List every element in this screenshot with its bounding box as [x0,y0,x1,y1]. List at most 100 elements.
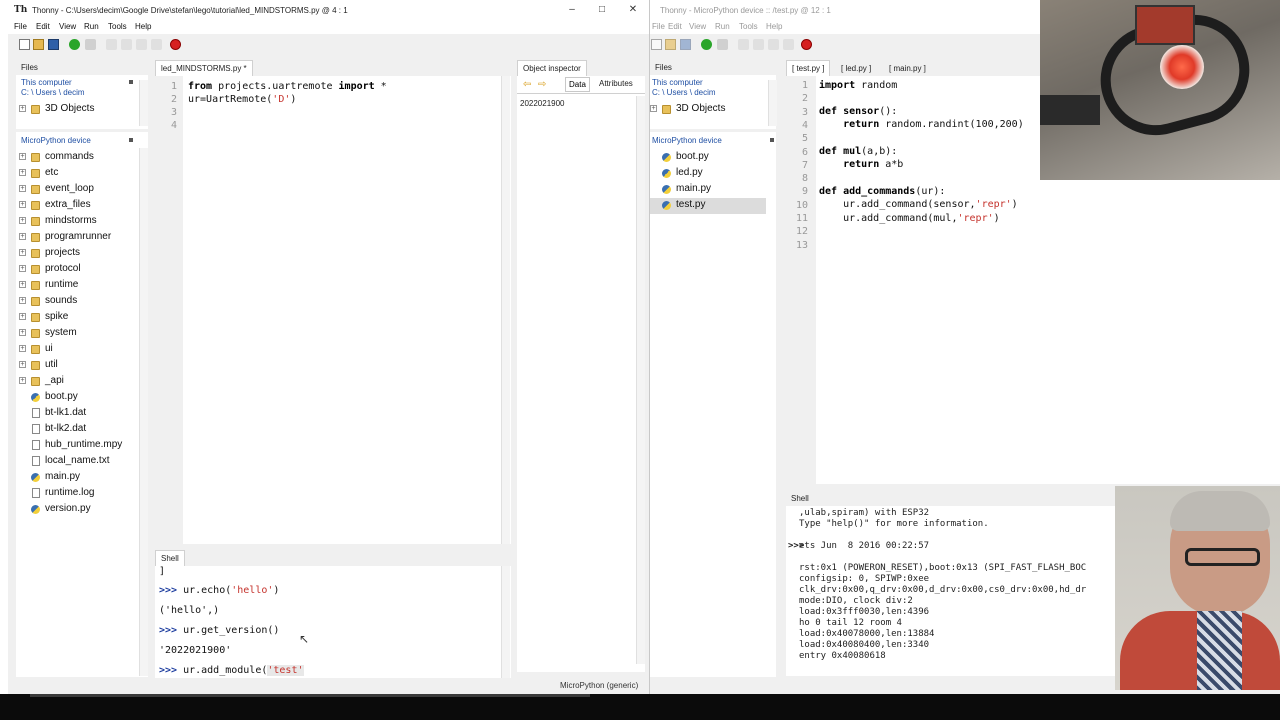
menu-file[interactable]: File [14,22,27,31]
editor-scrollbar[interactable] [501,76,510,544]
expand-icon[interactable]: + [19,329,26,336]
menu-file[interactable]: File [652,22,665,31]
interpreter-status[interactable]: MicroPython (generic) [560,681,638,690]
open-file-icon[interactable] [33,39,44,50]
this-computer-path[interactable]: C: \ Users \ decim [652,88,716,98]
shell-input-line[interactable]: >>> ur.add_module('test' [159,665,304,676]
file-item-boot-py[interactable]: boot.py [19,390,143,406]
file-item-runtime-log[interactable]: runtime.log [19,486,143,502]
file-item-bt-lk2-dat[interactable]: bt-lk2.dat [19,422,143,438]
file-item-boot-py[interactable]: boot.py [650,150,766,166]
folder-item-etc[interactable]: + etc [19,166,143,182]
folder-item-sounds[interactable]: + sounds [19,294,143,310]
step-out-icon[interactable] [136,39,147,50]
file-item-test-py[interactable]: test.py [650,198,766,214]
folder-item-protocol[interactable]: + protocol [19,262,143,278]
expand-icon[interactable]: + [19,265,26,272]
inspector-tab-data[interactable]: Data [565,77,590,92]
menu-view[interactable]: View [59,22,76,31]
expand-icon[interactable]: + [19,249,26,256]
file-item-hub-runtime-mpy[interactable]: hub_runtime.mpy [19,438,143,454]
panel-menu-icon[interactable] [129,80,133,84]
files-tab[interactable]: Files [16,60,43,76]
shell-tab[interactable]: Shell [786,491,814,507]
stop-icon[interactable] [170,39,181,50]
new-file-icon[interactable] [19,39,30,50]
forward-arrow-icon[interactable]: ⇨ [538,79,546,90]
editor-tab-led-mindstorms[interactable]: led_MINDSTORMS.py * [155,60,253,76]
file-item-bt-lk1-dat[interactable]: bt-lk1.dat [19,406,143,422]
step-over-icon[interactable] [738,39,749,50]
shell-panel[interactable]: ] >>> ur.echo('hello') ('hello',) >>> ur… [155,566,511,678]
folder-item-projects[interactable]: + projects [19,246,143,262]
folder-item-commands[interactable]: + commands [19,150,143,166]
panel-menu-icon[interactable] [129,138,133,142]
files-tab[interactable]: Files [650,60,677,76]
debug-icon[interactable] [85,39,96,50]
object-inspector-tab[interactable]: Object inspector [517,60,587,76]
folder-item-programrunner[interactable]: + programrunner [19,230,143,246]
expand-icon[interactable]: + [19,169,26,176]
step-out-icon[interactable] [768,39,779,50]
files-scrollbar[interactable] [768,80,777,126]
expand-icon[interactable]: + [19,153,26,160]
inspector-tab-attributes[interactable]: Attributes [599,79,633,88]
folder-item-3d-objects[interactable]: +3D Objects [19,102,143,118]
run-icon[interactable] [69,39,80,50]
resume-icon[interactable] [151,39,162,50]
menu-tools[interactable]: Tools [739,22,758,31]
shell-tab[interactable]: Shell [155,550,185,566]
this-computer-path[interactable]: C: \ Users \ decim [21,88,85,98]
editor-tab-test-py[interactable]: [ test.py ] [786,60,831,76]
expand-icon[interactable]: + [19,201,26,208]
step-over-icon[interactable] [106,39,117,50]
shell-scrollbar[interactable] [501,566,510,678]
files-scrollbar[interactable] [139,80,148,126]
folder-item-3d-objects[interactable]: +3D Objects [650,102,766,118]
menu-help[interactable]: Help [766,22,782,31]
minimize-button[interactable]: – [562,3,582,17]
maximize-button[interactable]: □ [592,3,612,17]
editor-tab-led-py[interactable]: [ led.py ] [835,60,877,76]
close-button[interactable]: ✕ [623,3,643,17]
expand-icon[interactable]: + [19,233,26,240]
menu-tools[interactable]: Tools [108,22,127,31]
expand-icon[interactable]: + [19,361,26,368]
resume-icon[interactable] [783,39,794,50]
save-file-icon[interactable] [680,39,691,50]
menu-run[interactable]: Run [715,22,730,31]
menu-view[interactable]: View [689,22,706,31]
folder-item-mindstorms[interactable]: + mindstorms [19,214,143,230]
expand-icon[interactable]: + [19,377,26,384]
stop-icon[interactable] [801,39,812,50]
save-file-icon[interactable] [48,39,59,50]
folder-item-runtime[interactable]: + runtime [19,278,143,294]
folder-item-extra-files[interactable]: + extra_files [19,198,143,214]
menu-edit[interactable]: Edit [36,22,50,31]
inspector-scrollbar[interactable] [636,96,645,664]
expand-icon[interactable]: + [19,345,26,352]
expand-icon[interactable]: + [19,313,26,320]
file-item-local-name-txt[interactable]: local_name.txt [19,454,143,470]
folder-item-ui[interactable]: + ui [19,342,143,358]
panel-menu-icon[interactable] [770,138,774,142]
file-item-led-py[interactable]: led.py [650,166,766,182]
menu-help[interactable]: Help [135,22,151,31]
menu-edit[interactable]: Edit [668,22,682,31]
folder-item-api[interactable]: + _api [19,374,143,390]
new-file-icon[interactable] [651,39,662,50]
expand-icon[interactable]: + [19,185,26,192]
file-item-version-py[interactable]: version.py [19,502,143,518]
step-into-icon[interactable] [121,39,132,50]
back-arrow-icon[interactable]: ⇦ [523,79,531,90]
folder-item-util[interactable]: + util [19,358,143,374]
step-into-icon[interactable] [753,39,764,50]
debug-icon[interactable] [717,39,728,50]
code-editor[interactable]: 1 2 3 4 from projects.uartremote import … [155,76,511,544]
menu-run[interactable]: Run [84,22,99,31]
editor-tab-main-py[interactable]: [ main.py ] [883,60,932,76]
run-icon[interactable] [701,39,712,50]
folder-item-event-loop[interactable]: + event_loop [19,182,143,198]
file-item-main-py[interactable]: main.py [650,182,766,198]
device-scrollbar[interactable] [139,148,148,676]
